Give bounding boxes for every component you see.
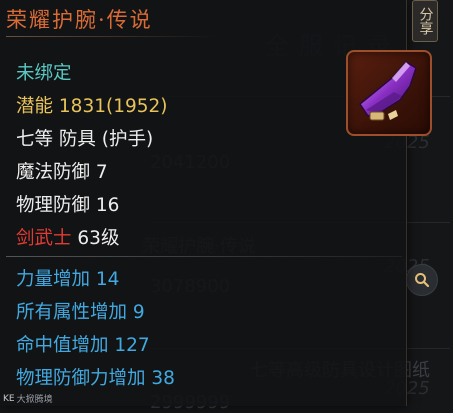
class-requirement: 剑武士 [16, 228, 72, 249]
class-requirement-line: 剑武士 63级 [16, 228, 119, 250]
watermark-text: 大掀腾境 [16, 395, 53, 405]
search-button[interactable] [406, 264, 438, 296]
bonus-stat: 物理防御力增加 38 [16, 368, 175, 389]
physical-defense-stat: 物理防御 16 [16, 195, 120, 216]
bonus-stat: 力量增加 14 [16, 269, 120, 290]
title-divider [6, 36, 216, 37]
bonus-stat: 命中值增加 127 [16, 335, 150, 356]
grade-type-line: 七等 防具 (护手) [16, 129, 154, 150]
purple-gauntlet-icon [358, 61, 417, 121]
magic-defense-stat: 魔法防御 7 [16, 162, 108, 183]
potential-label: 潜能 [16, 96, 54, 117]
potential-value: 1831(1952) [58, 96, 168, 117]
item-icon-frame [346, 50, 432, 136]
share-button[interactable]: 分享 [412, 0, 438, 42]
item-title: 荣耀护腕·传说 [6, 8, 153, 32]
watermark: KE 大掀腾境 [3, 392, 53, 406]
watermark-logo: KE [3, 393, 15, 404]
section-divider [6, 256, 402, 257]
item-tooltip: 荣耀护腕·传说 未绑定 潜能 1831(1952) 七等 防具 (护手) 魔法防… [0, 0, 432, 406]
potential-line: 潜能 1831(1952) [16, 96, 168, 118]
bonus-stat: 所有属性增加 9 [16, 302, 145, 323]
search-icon [415, 273, 430, 288]
level-requirement: 63级 [77, 228, 120, 249]
bind-status: 未绑定 [16, 63, 72, 84]
